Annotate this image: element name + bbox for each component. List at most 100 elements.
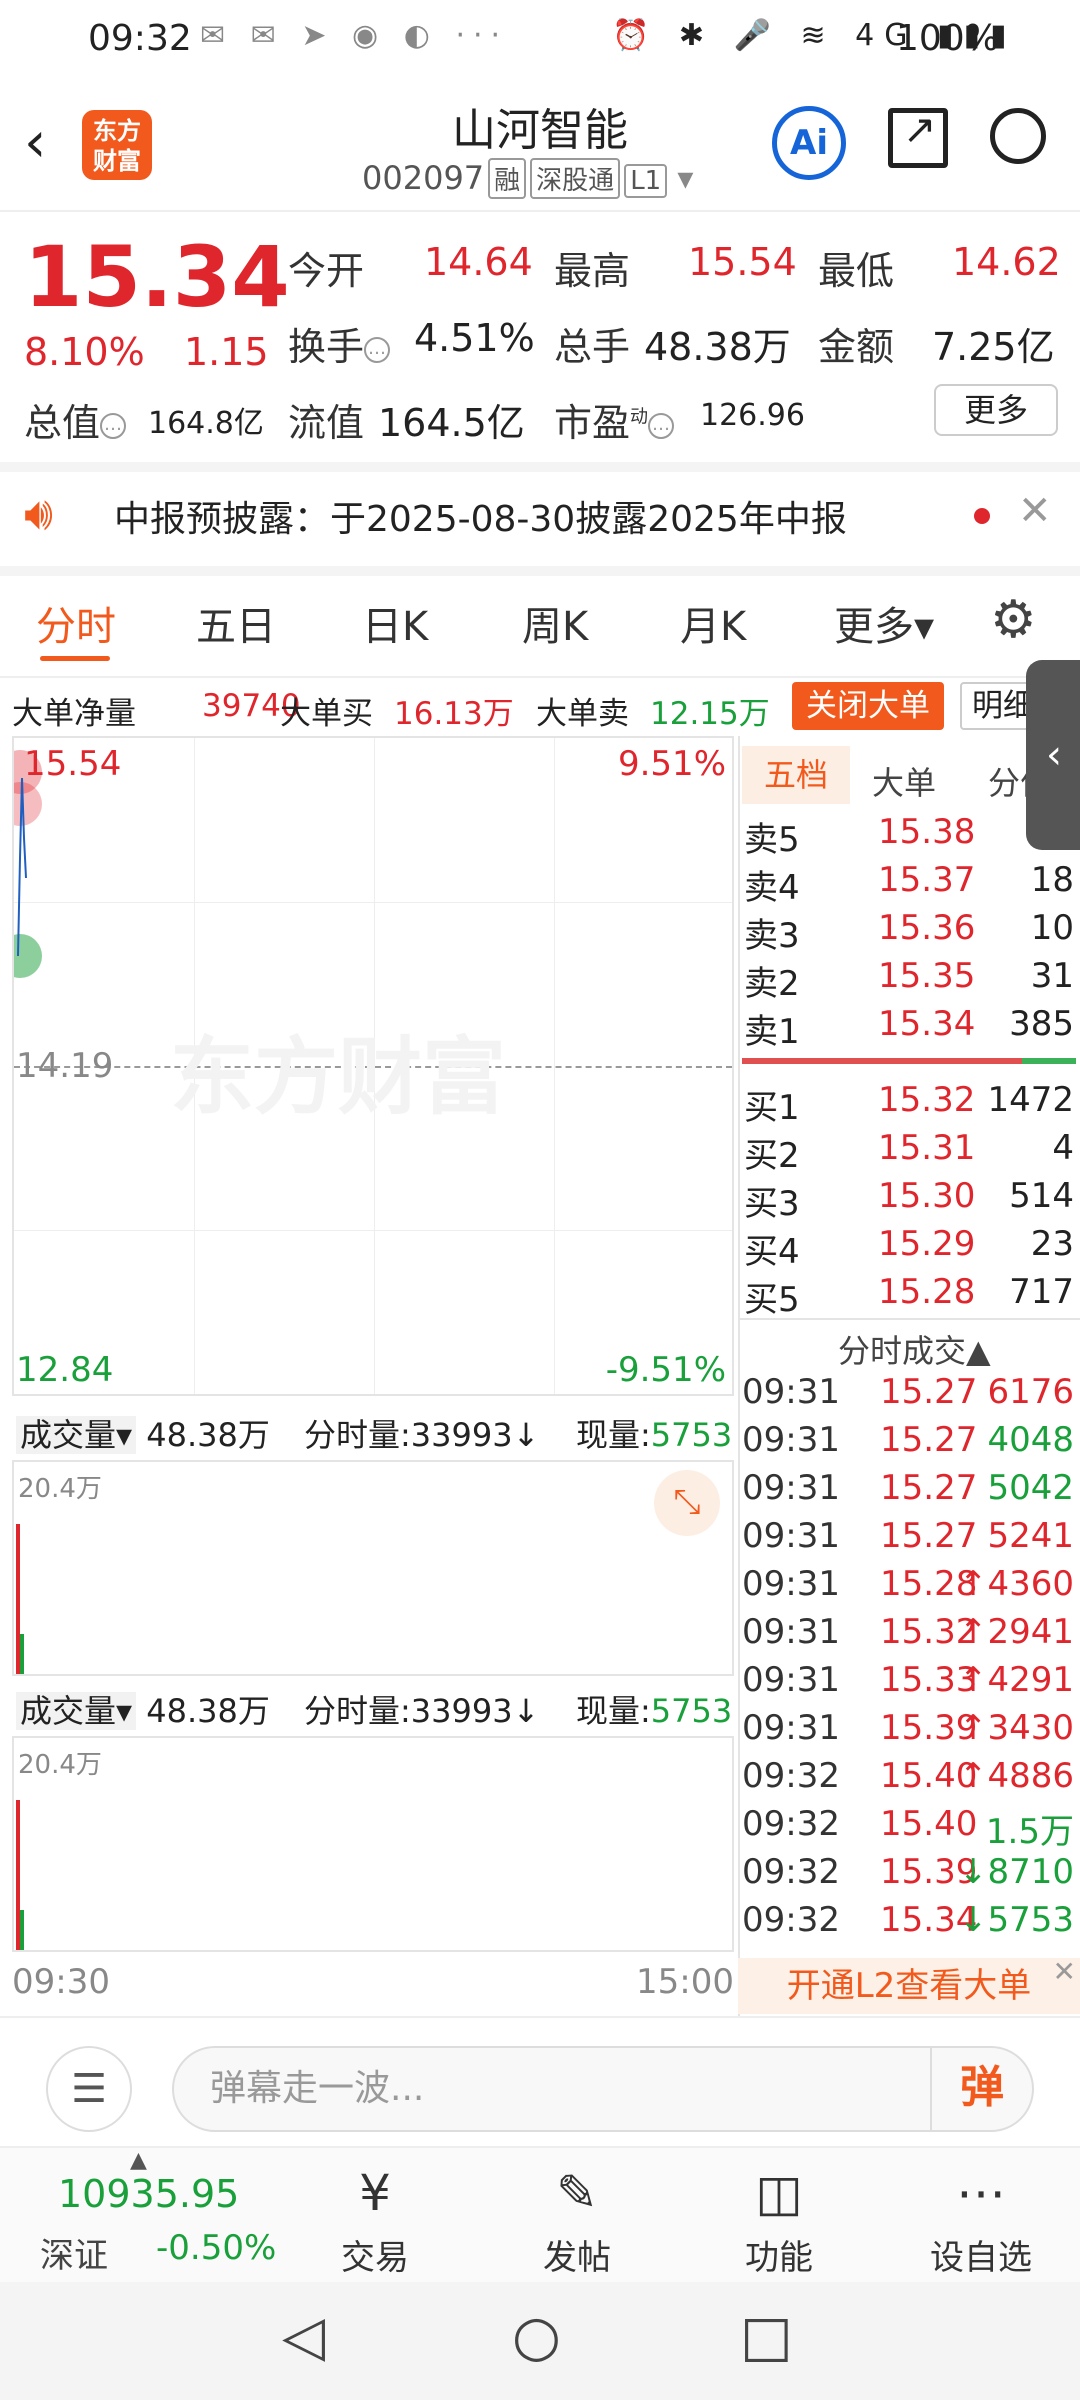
ai-button[interactable]: Ai (772, 106, 846, 180)
buy-row-3: 买3 15.30 514 (744, 1176, 1076, 1224)
nav-trade[interactable]: ¥ 交易 (310, 2156, 440, 2279)
tab-five-day[interactable]: 五日 (196, 594, 276, 652)
danmaku-input[interactable]: 弹幕走一波... (172, 2046, 1034, 2132)
stock-code-line[interactable]: 002097 融深股通 L1 ▾ (362, 158, 693, 199)
expand-icon[interactable]: ⤡ (654, 1470, 720, 1536)
now-volume: 现量:5753 (576, 1686, 732, 1732)
trade-row: 09:31 15.27 5241 (742, 1516, 1076, 1564)
trade-time: 09:32 (742, 1852, 840, 1892)
divider (0, 462, 1080, 472)
tab-weekly-k[interactable]: 周K (522, 594, 588, 652)
system-back-icon[interactable]: ◁ (282, 2304, 325, 2369)
level-price: 15.38 (878, 812, 976, 852)
comment-settings-icon[interactable]: ☰ (46, 2046, 132, 2132)
l2-banner-text: 开通L2查看大单 (786, 1966, 1032, 2006)
buy-label: 大单买 (280, 696, 373, 732)
close-icon[interactable]: ✕ (1018, 488, 1052, 534)
tag-connect: 深股通 (530, 158, 621, 199)
mktcap-label-text: 总值 (24, 401, 101, 445)
danmaku-send-button[interactable]: 弹 (930, 2048, 1032, 2130)
trades-title[interactable]: 分时成交▲ (838, 1326, 991, 1372)
sell-label: 大单卖 (536, 696, 629, 732)
close-icon[interactable]: ✕ (1053, 1944, 1076, 2000)
trade-time: 09:31 (742, 1660, 840, 1700)
level-label: 卖1 (744, 1012, 800, 1052)
now-volume-value: 5753 (650, 1692, 733, 1730)
trade-volume: 5241 (987, 1516, 1074, 1556)
net-label: 大单净量 (12, 696, 136, 732)
status-time: 09:32 (88, 18, 192, 59)
nav-post[interactable]: ✎ 发帖 (512, 2156, 642, 2279)
level-volume: 4 (1052, 1128, 1074, 1168)
trade-price: 15.27 (880, 1516, 978, 1556)
buy-row-1: 买1 15.32 1472 (744, 1080, 1076, 1128)
now-volume-label: 现量: (576, 1416, 651, 1454)
open-value: 14.64 (424, 240, 533, 284)
current-price: 15.34 (24, 228, 290, 326)
float-value: 164.5亿 (378, 401, 525, 445)
big-order-bar: 大单净量 39740 大单买 16.13万 大单卖 12.15万 关闭大单 明细 (0, 676, 1080, 732)
sell-row-2: 卖2 15.35 31 (744, 956, 1076, 1004)
level-volume: 10 (1030, 908, 1074, 948)
notice-text[interactable]: 中报预披露：于2025-08-30披露2025年中报 (114, 490, 847, 542)
volume-bar (20, 1910, 24, 1950)
volume-selector[interactable]: 成交量▾ (16, 1692, 137, 1730)
stock-code: 002097 (362, 159, 485, 197)
low-label: 最低 (818, 249, 895, 293)
trade-row: 09:32 15.34 ↓5753 (742, 1900, 1076, 1948)
low-value: 14.62 (952, 240, 1061, 284)
tab-more[interactable]: 更多▾ (834, 594, 934, 652)
level-price: 15.32 (878, 1080, 976, 1120)
mktcap-value: 164.8亿 (148, 406, 264, 441)
close-big-order-button[interactable]: 关闭大单 (792, 682, 944, 730)
search-icon[interactable] (990, 108, 1046, 164)
side-panel-toggle[interactable]: ‹ (1026, 660, 1080, 850)
tab-big-order[interactable]: 大单 (872, 758, 936, 804)
bottom-nav: ▲ 10935.95 深证 -0.50% ¥ 交易 ✎ 发帖 ◫ 功能 ⋯ 设自选 (0, 2146, 1080, 2282)
info-icon[interactable]: … (364, 336, 391, 363)
info-icon[interactable]: … (648, 412, 675, 439)
l2-upgrade-banner[interactable]: 开通L2查看大单 ✕ (738, 1955, 1080, 2014)
tab-daily-k[interactable]: 日K (362, 594, 428, 652)
info-icon[interactable]: … (100, 412, 127, 439)
level-volume: 23 (1030, 1224, 1074, 1264)
watermark: 东方财富 (170, 1028, 507, 1126)
chart-high-pct: 9.51% (617, 744, 726, 784)
volume-total: 48.38万 (146, 1692, 270, 1730)
volume-max: 20.4万 (18, 1750, 102, 1780)
tab-monthly-k[interactable]: 月K (680, 594, 746, 652)
trade-row: 09:31 15.27 6176 (742, 1372, 1076, 1420)
dropdown-icon[interactable]: ▾ (667, 159, 693, 197)
trade-price: 15.27 (880, 1420, 978, 1460)
share-icon[interactable] (888, 107, 948, 168)
buy-row-2: 买2 15.31 4 (744, 1128, 1076, 1176)
volume-chart[interactable]: 20.4万 ⤡ (12, 1460, 734, 1676)
nav-functions[interactable]: ◫ 功能 (714, 2156, 844, 2279)
nav-add-watchlist[interactable]: ⋯ 设自选 (916, 2156, 1046, 2279)
trade-row: 09:31 15.28 ↑4360 (742, 1564, 1076, 1612)
volume-chart[interactable]: 20.4万 (12, 1736, 734, 1952)
trade-time: 09:31 (742, 1564, 840, 1604)
index-widget[interactable]: ▲ 10935.95 深证 -0.50% (0, 2148, 290, 2284)
trade-row: 09:31 15.39 ↑3430 (742, 1708, 1076, 1756)
status-bar: 09:32 ✉ ✉ ➤ ◉ ◐ ··· ⏰ ✱ 🎤 ≋ 4G ▮▮▮ 100% (0, 0, 1080, 80)
time-start: 09:30 (12, 1962, 110, 2002)
buy-value: 16.13万 (394, 696, 514, 732)
system-home-icon[interactable]: ○ (512, 2304, 561, 2369)
volume-selector[interactable]: 成交量▾ (16, 1416, 137, 1454)
volume-selector-label: 成交量 (20, 1416, 117, 1454)
level-label: 买1 (744, 1088, 800, 1128)
buy-row-5: 买5 15.28 717 (744, 1272, 1076, 1320)
more-button[interactable]: 更多 (934, 384, 1058, 436)
tab-five-level[interactable]: 五档 (742, 746, 850, 804)
now-volume-label: 现量: (576, 1692, 651, 1730)
pe-label: 市盈动… (554, 392, 675, 447)
tag-level: L1 (624, 164, 668, 198)
gear-icon[interactable]: ⚙ (990, 590, 1037, 650)
level-volume: 717 (1009, 1272, 1074, 1312)
tab-intraday[interactable]: 分时 (36, 594, 116, 652)
trade-volume: ↑4886 (958, 1756, 1074, 1796)
level-price: 15.28 (878, 1272, 976, 1312)
system-recent-icon[interactable]: □ (740, 2304, 793, 2369)
system-nav-bar: ◁ ○ □ (0, 2282, 1080, 2400)
